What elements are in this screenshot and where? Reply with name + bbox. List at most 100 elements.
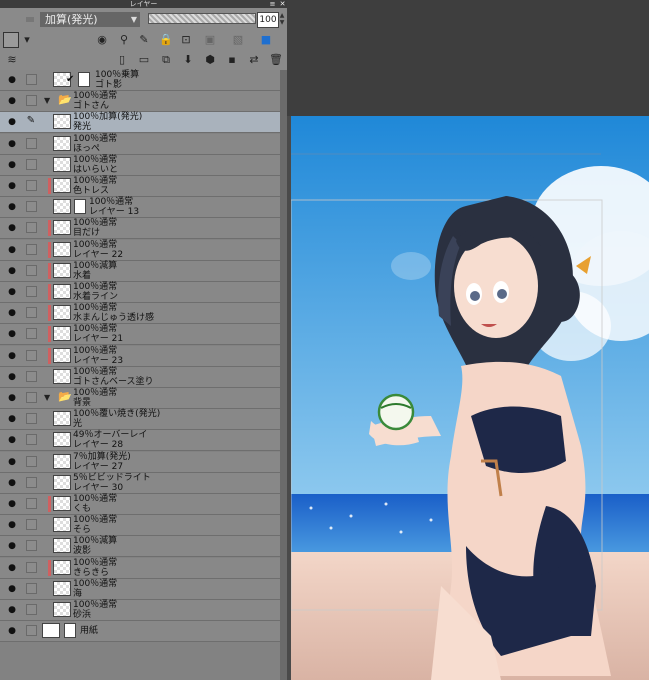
layer-name[interactable]: レイヤー 13 [89, 207, 139, 217]
layer-name[interactable]: くも [73, 504, 91, 514]
layer-row[interactable]: ● 100％通常 目だけ [0, 218, 280, 240]
lock-toggle[interactable] [26, 498, 37, 509]
layer-row[interactable]: ● 100％通常 そら [0, 515, 280, 537]
dropdown-icon[interactable]: ▾ [19, 32, 35, 48]
eye-icon[interactable]: ● [6, 434, 18, 446]
layer-name[interactable]: ゴトさんベース塗り [73, 377, 154, 387]
layer-row[interactable]: ● 100％通常 ほっぺ [0, 133, 280, 155]
color-swatch-icon[interactable] [3, 32, 19, 48]
eye-icon[interactable]: ● [6, 456, 18, 468]
eye-icon[interactable]: ● [6, 498, 18, 510]
eye-icon[interactable]: ● [6, 201, 18, 213]
layer-name[interactable]: 砂浜 [73, 610, 91, 620]
layer-name[interactable]: そら [73, 525, 91, 535]
layer-row[interactable]: ● 100％通常 はいらいと [0, 154, 280, 176]
layer-name[interactable]: 色トレス [73, 186, 109, 196]
layer-name[interactable]: レイヤー 21 [73, 334, 123, 344]
new-vector-icon[interactable]: ▭ [136, 52, 152, 68]
lock-toggle[interactable] [26, 519, 37, 531]
eye-icon[interactable]: ● [6, 540, 18, 552]
layer-folder-row[interactable]: ● ▼ 📂 100％通常 背景 [0, 388, 280, 409]
layer-row[interactable]: ● 100％通常 きらきら [0, 557, 280, 579]
eye-icon[interactable]: ● [6, 371, 18, 383]
opacity-spinner[interactable]: ▲ ▼ [278, 12, 286, 26]
layer-name[interactable]: レイヤー 30 [73, 483, 123, 493]
lock-toggle[interactable] [26, 201, 37, 213]
mask-toggle-icon[interactable]: ▧ [230, 32, 246, 48]
lock-toggle[interactable] [26, 158, 37, 170]
panel-titlebar[interactable]: レイヤー ≡ ✕ [0, 0, 287, 8]
layer-name[interactable]: 光 [73, 419, 82, 429]
lock-toggle[interactable] [26, 137, 37, 149]
alpha-lock-icon[interactable]: ⊡ [178, 32, 194, 48]
lock-toggle[interactable] [26, 625, 37, 637]
layer-row[interactable]: ● 100％減算 波影 [0, 536, 280, 558]
lock-toggle[interactable] [26, 264, 37, 276]
opacity-slider[interactable] [148, 13, 256, 24]
mask-icon[interactable]: ▣ [202, 32, 218, 48]
layer-name[interactable]: ほっぺ [73, 144, 100, 154]
layer-name[interactable]: 水着 [73, 271, 91, 281]
layer-row[interactable]: ● 100％減算 水着 [0, 260, 280, 282]
layer-name[interactable]: きらきら [73, 568, 109, 578]
layer-row[interactable]: ● 100％覆い焼き(発光) 光 [0, 409, 280, 431]
lock-toggle[interactable] [26, 286, 37, 297]
layer-folder-row[interactable]: ● ▼ 📂 100％通常 ゴトさん [0, 91, 280, 113]
lock-toggle[interactable] [26, 476, 37, 488]
layer-settings-icon[interactable]: ≋ [4, 52, 20, 68]
new-layer-icon[interactable]: ▯ [114, 52, 130, 68]
eye-icon[interactable]: ● [6, 625, 18, 637]
layer-row[interactable]: ● 7％加算(発光) レイヤー 27 [0, 451, 280, 473]
lock-toggle[interactable] [26, 604, 37, 615]
layer-row[interactable]: ● ✔ 100％乗算 ゴト影 [0, 70, 280, 91]
layer-row[interactable]: ● 100％通常 色トレス [0, 176, 280, 197]
eye-icon[interactable]: ● [6, 307, 18, 319]
layer-row[interactable]: ● 100％通常 レイヤー 13 [0, 197, 280, 219]
transfer-icon[interactable]: ▪ [224, 52, 240, 68]
layer-name[interactable]: レイヤー 27 [73, 462, 123, 472]
lock-toggle[interactable] [26, 540, 37, 552]
layer-row[interactable]: ● 100％通常海 [0, 578, 280, 600]
close-icon[interactable]: ✕ [278, 0, 287, 8]
check-icon[interactable]: ✔ [66, 74, 74, 85]
eye-icon[interactable]: ● [6, 583, 18, 595]
eye-icon[interactable]: ● [6, 328, 18, 340]
lock-toggle[interactable] [26, 307, 37, 319]
layer-row[interactable]: ● 100％通常 水着ライン [0, 282, 280, 303]
layer-name[interactable]: 海 [73, 589, 82, 599]
layer-row[interactable]: ● 100％通常 ゴトさんベース塗り [0, 366, 280, 388]
eye-icon[interactable]: ● [6, 562, 18, 574]
lock-toggle[interactable] [26, 582, 37, 594]
layer-name[interactable]: レイヤー 22 [73, 250, 123, 260]
eye-icon[interactable]: ● [6, 138, 18, 150]
lock-toggle[interactable] [26, 328, 37, 340]
layer-name[interactable]: 水着ライン [73, 292, 118, 302]
clip-icon[interactable]: ⬢ [202, 52, 218, 68]
layer-row[interactable]: ● 100％通常 レイヤー 21 [0, 324, 280, 346]
lock-toggle[interactable] [26, 561, 37, 573]
lock-toggle[interactable] [26, 95, 37, 107]
lock-toggle[interactable] [26, 222, 37, 234]
layer-name[interactable]: レイヤー 23 [73, 356, 123, 366]
blend-mode-select[interactable]: 加算(発光) ▼ [40, 12, 140, 27]
expand-arrow-icon[interactable]: ▼ [44, 393, 50, 402]
eye-icon[interactable]: ● [6, 95, 18, 107]
layer-name[interactable]: ゴトさん [73, 101, 109, 111]
eye-icon[interactable]: ● [6, 477, 18, 489]
eye-icon[interactable]: ● [6, 244, 18, 256]
layer-row[interactable]: ● 100％通常 レイヤー 23 [0, 345, 280, 367]
layer-name[interactable]: 発光 [73, 122, 91, 132]
layer-row[interactable]: ● 100％通常 水まんじゅう透け感 [0, 303, 280, 325]
layer-row[interactable]: ● 100％通常 砂浜 [0, 600, 280, 621]
eye-icon[interactable]: ● [6, 519, 18, 531]
pen-lock-icon[interactable]: ✎ [136, 32, 152, 48]
lock-toggle[interactable] [26, 455, 37, 467]
layer-list-scrollbar[interactable] [280, 70, 287, 680]
layer-name[interactable]: ゴト影 [95, 80, 122, 90]
layer-name[interactable]: 用紙 [80, 626, 98, 636]
eye-icon[interactable]: ● [6, 74, 18, 86]
eye-icon[interactable]: ● [6, 180, 18, 192]
color-apply-icon[interactable]: ■ [258, 32, 274, 48]
ruler-icon[interactable]: ⚲ [116, 32, 132, 48]
lock-toggle[interactable] [26, 349, 37, 361]
